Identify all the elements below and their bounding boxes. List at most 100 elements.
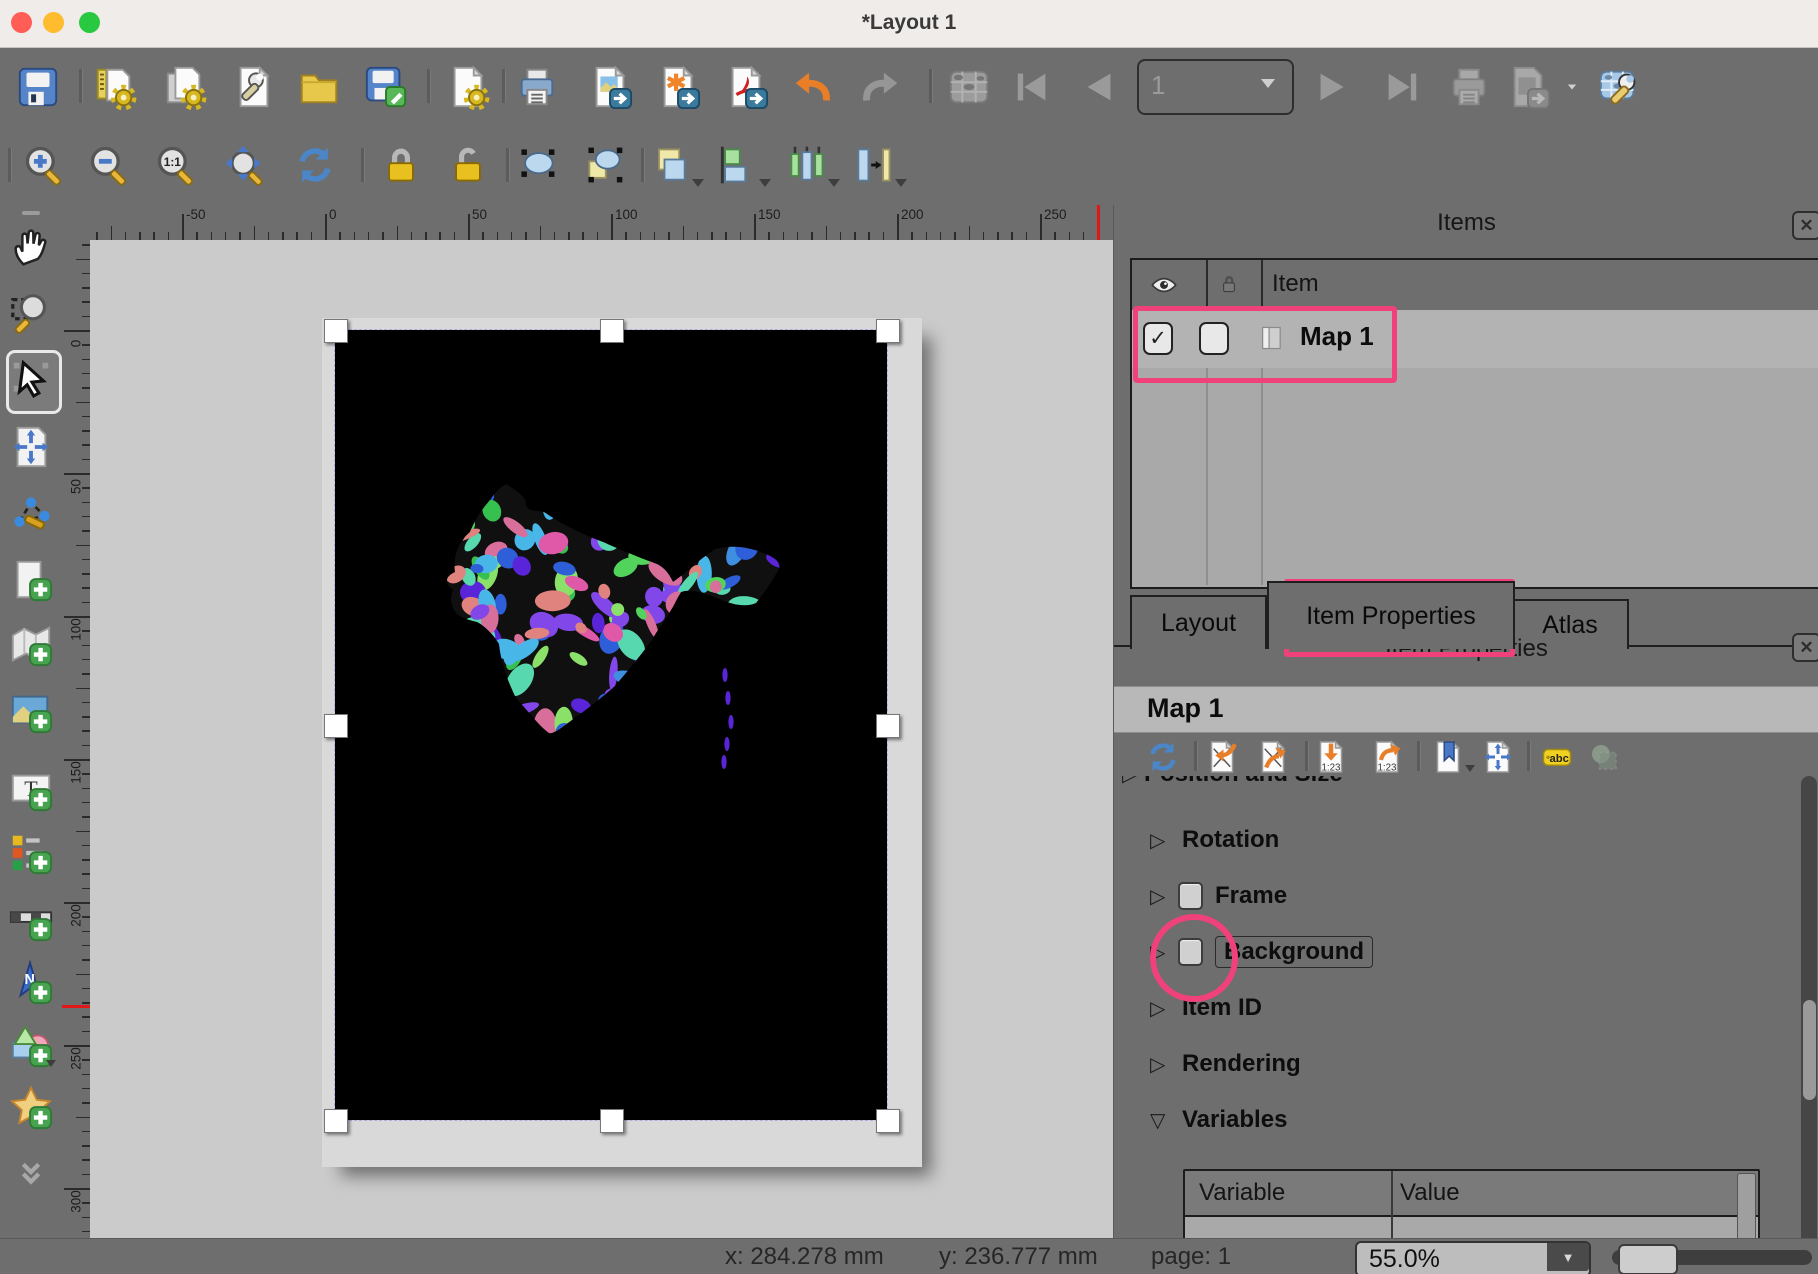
deselect-all-button[interactable] [582, 143, 626, 187]
add-label-tool[interactable]: T [8, 767, 54, 813]
atlas-settings-button[interactable] [1597, 64, 1643, 110]
refresh-view-button[interactable] [293, 143, 337, 187]
select-move-item-tool[interactable] [8, 357, 54, 403]
zoom-actual-button[interactable]: 1:1 [154, 143, 198, 187]
lock-icon [379, 143, 423, 187]
section-background-checkbox[interactable] [1178, 938, 1203, 966]
expander-collapsed-icon[interactable]: ▷ [1150, 884, 1172, 909]
add-map-tool[interactable] [8, 622, 54, 668]
section-rendering[interactable]: ▷Rendering [1114, 1044, 1774, 1084]
save-as-template-button[interactable] [363, 64, 409, 110]
export-as-svg-button[interactable] [655, 64, 701, 110]
add-picture-tool[interactable] [8, 689, 54, 735]
zoom-out-button[interactable] [87, 143, 131, 187]
edit-map-extent-button[interactable] [1480, 739, 1516, 775]
properties-scrollbar-thumb[interactable] [1803, 1000, 1816, 1100]
export-as-pdf-button[interactable] [723, 64, 769, 110]
distribute-items-button-dropdown-caret-icon[interactable] [828, 179, 840, 187]
abc-tag-icon: abc [1539, 739, 1575, 775]
distribute-items-button[interactable] [784, 143, 828, 187]
set-canvas-scale-to-map-button[interactable]: 1:23 [1369, 739, 1405, 775]
export-as-image-button[interactable] [587, 64, 633, 110]
set-map-scale-to-canvas-button[interactable]: 1:23 [1313, 739, 1349, 775]
ruler-tick [954, 232, 956, 240]
add-page-tool[interactable] [8, 557, 54, 603]
items-table-row-map1[interactable]: ✓ Map 1 [1132, 310, 1818, 368]
zoom-level-combo[interactable]: 55.0% ▼ [1355, 1241, 1591, 1274]
layout-manager-button[interactable] [231, 64, 277, 110]
page-gear-icon [445, 64, 491, 110]
map-item[interactable] [335, 330, 887, 1120]
section-variables[interactable]: ▽Variables [1114, 1100, 1774, 1140]
selection-handle[interactable] [324, 714, 348, 738]
save-project-button[interactable] [15, 64, 61, 110]
bookmark-button-dropdown-caret-icon[interactable] [1465, 765, 1475, 772]
expander-collapsed-icon[interactable]: ▷ [1150, 828, 1172, 853]
zoom-full-button[interactable] [223, 143, 267, 187]
tab-item-properties[interactable]: Item Properties [1267, 581, 1515, 649]
items-panel-close-icon[interactable]: ✕ [1792, 211, 1818, 240]
atlas-gray-icon [946, 64, 992, 110]
properties-scrollbar[interactable] [1801, 776, 1817, 1274]
refresh-map-button[interactable] [1145, 739, 1181, 775]
raise-items-button-dropdown-caret-icon[interactable] [692, 179, 704, 187]
print-layout-button[interactable] [514, 64, 560, 110]
selection-handle[interactable] [600, 319, 624, 343]
layout-canvas[interactable] [90, 240, 1113, 1238]
edit-nodes-icon [8, 491, 54, 537]
zoom-tool[interactable] [8, 290, 54, 336]
selection-handle[interactable] [876, 319, 900, 343]
visibility-checkbox[interactable]: ✓ [1143, 322, 1173, 355]
add-items-from-template-button[interactable] [296, 64, 342, 110]
add-scalebar-tool[interactable] [8, 897, 54, 943]
raise-items-button[interactable] [648, 143, 692, 187]
section-rotation[interactable]: ▷Rotation [1114, 820, 1774, 860]
edit-nodes-tool[interactable] [8, 491, 54, 537]
bookmark-button[interactable] [1430, 739, 1466, 775]
expander-collapsed-icon[interactable]: ▷ [1150, 996, 1172, 1021]
resize-items-button[interactable] [851, 143, 895, 187]
pan-tool[interactable] [8, 224, 54, 270]
section-frame[interactable]: ▷Frame [1114, 876, 1774, 916]
section-frame-checkbox[interactable] [1178, 882, 1203, 910]
add-shape-tool-dropdown-caret-icon[interactable] [46, 1060, 56, 1067]
view-extent-in-canvas-button[interactable] [1255, 739, 1291, 775]
undo-button[interactable] [789, 64, 835, 110]
section-background[interactable]: ▷Background [1114, 932, 1774, 972]
more-tools-chevron[interactable] [8, 1149, 54, 1195]
selection-handle[interactable] [324, 1109, 348, 1133]
labeling-settings-button[interactable]: abc [1539, 739, 1575, 775]
selection-handle[interactable] [600, 1109, 624, 1133]
move-item-content-tool[interactable] [8, 424, 54, 470]
section-position-and-size[interactable]: ▷Position and Size [1114, 776, 1774, 800]
new-layout-button[interactable] [92, 64, 138, 110]
resize-items-button-dropdown-caret-icon[interactable] [895, 179, 907, 187]
page-setup-button[interactable] [445, 64, 491, 110]
zoom-slider-thumb[interactable] [1618, 1244, 1678, 1274]
selection-handle[interactable] [876, 714, 900, 738]
expander-collapsed-icon[interactable]: ▷ [1150, 940, 1172, 965]
unlock-items-button[interactable] [446, 143, 490, 187]
selection-handle[interactable] [876, 1109, 900, 1133]
zoom-combo-caret-icon[interactable]: ▼ [1547, 1243, 1589, 1271]
expander-collapsed-icon[interactable]: ▷ [1150, 1052, 1172, 1077]
section-item-id[interactable]: ▷Item ID [1114, 988, 1774, 1028]
align-items-button-dropdown-caret-icon[interactable] [759, 179, 771, 187]
set-map-extent-to-canvas-button[interactable] [1204, 739, 1240, 775]
add-north-arrow-tool[interactable]: N [8, 960, 54, 1006]
zoom-slider[interactable] [1612, 1250, 1812, 1265]
lock-items-button[interactable] [379, 143, 423, 187]
item-properties-close-icon[interactable]: ✕ [1792, 633, 1818, 662]
align-items-button[interactable] [715, 143, 759, 187]
selection-handle[interactable] [324, 319, 348, 343]
duplicate-layout-button[interactable] [162, 64, 208, 110]
scalebar-plus-icon [8, 897, 54, 943]
variables-table-scrollbar[interactable] [1737, 1173, 1756, 1241]
expander-collapsed-icon[interactable]: ▷ [1122, 776, 1144, 787]
add-marker-tool[interactable] [8, 1085, 54, 1131]
select-all-button[interactable] [515, 143, 559, 187]
lock-checkbox[interactable] [1199, 322, 1229, 355]
expander-expanded-icon[interactable]: ▽ [1150, 1108, 1172, 1133]
zoom-in-button[interactable] [22, 143, 66, 187]
add-legend-tool[interactable] [8, 830, 54, 876]
